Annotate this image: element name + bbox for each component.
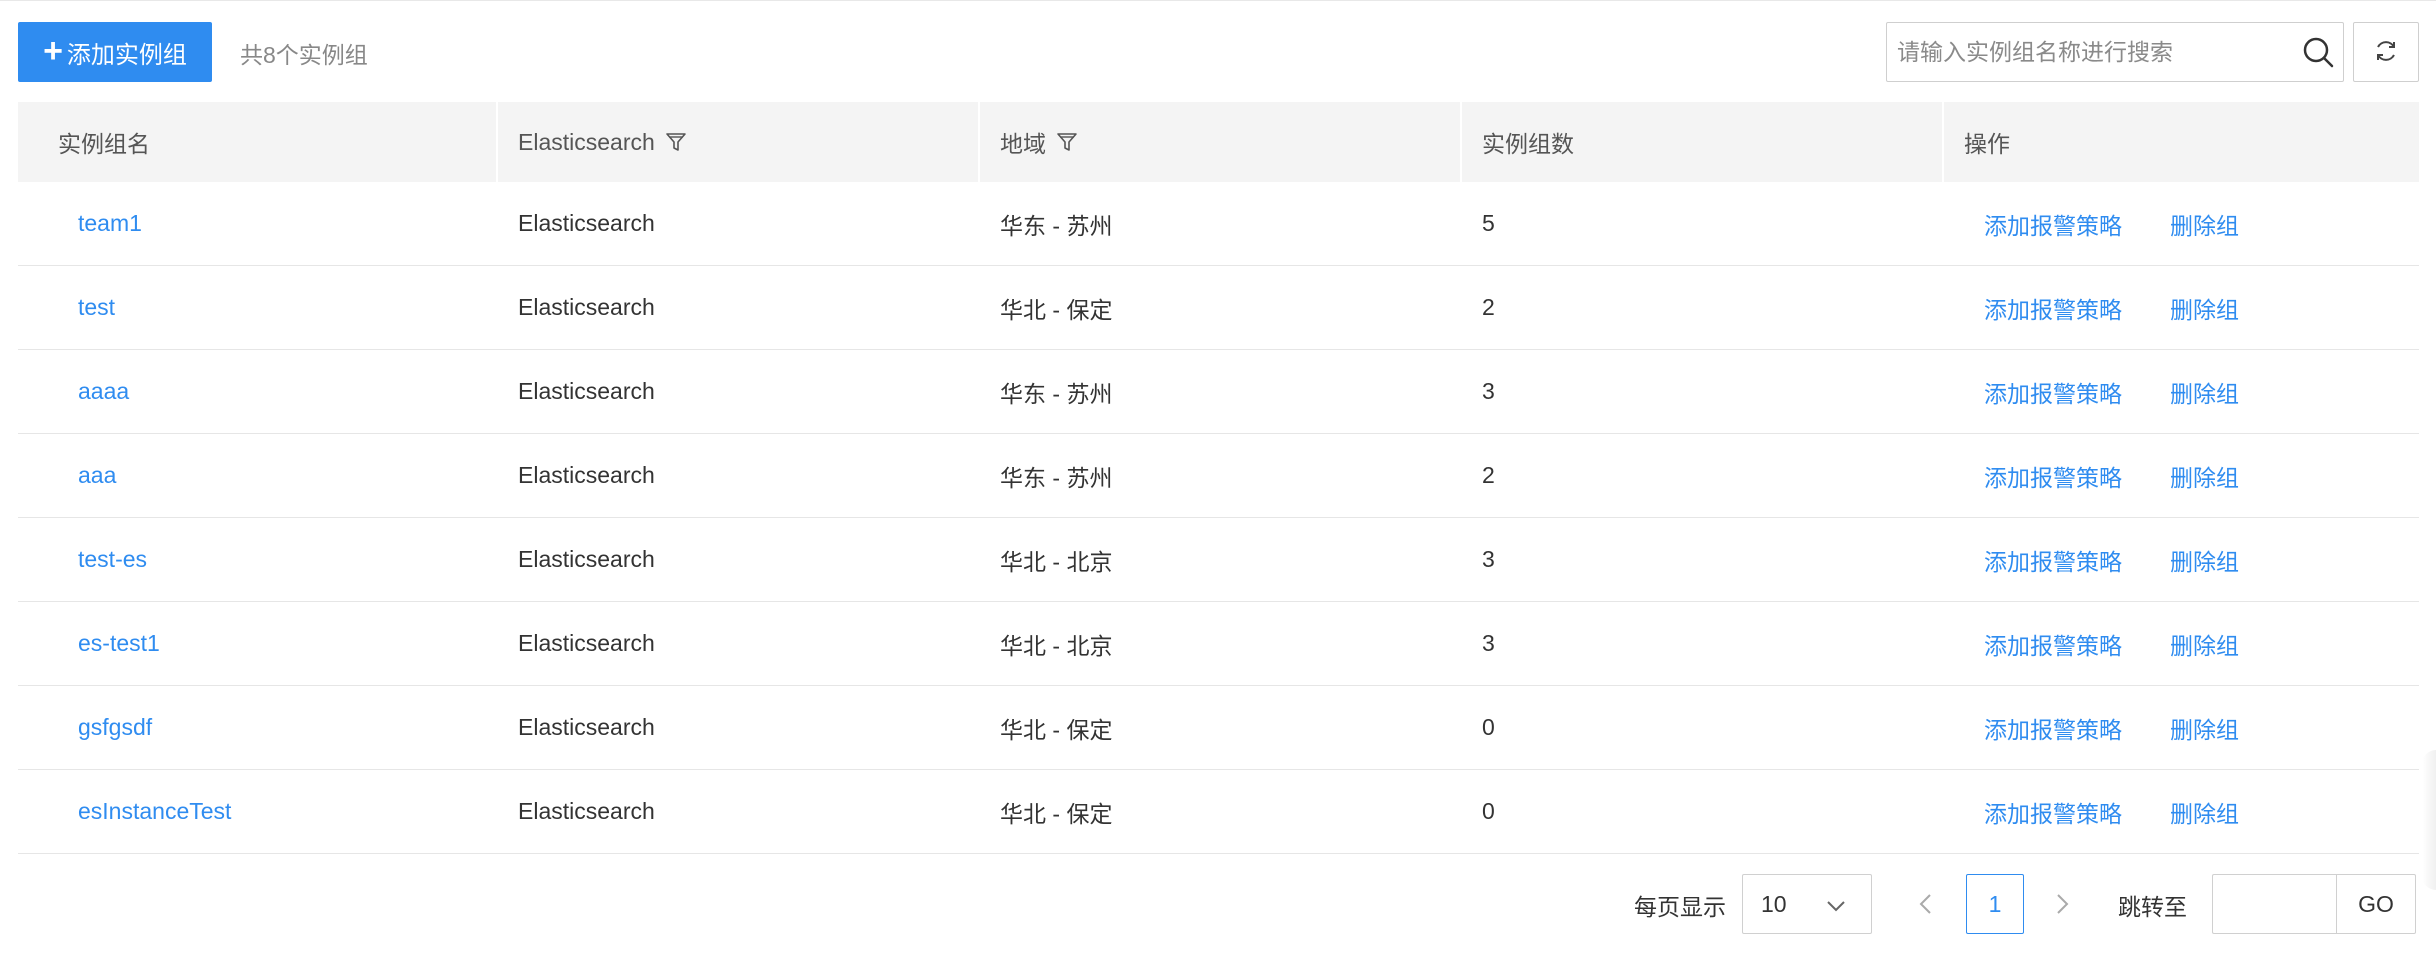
- refresh-button[interactable]: [2353, 22, 2419, 82]
- jump-to-label: 跳转至: [2118, 894, 2187, 920]
- go-button[interactable]: GO: [2336, 874, 2416, 934]
- product-cell: Elasticsearch: [518, 378, 655, 404]
- product-cell: Elasticsearch: [518, 714, 655, 740]
- delete-group-link[interactable]: 删除组: [2170, 375, 2239, 409]
- table-row: gsfgsdf Elasticsearch 华北 - 保定 0 添加报警策略 删除…: [18, 686, 2419, 770]
- region-cell: 华北 - 保定: [1000, 800, 1113, 827]
- search-icon[interactable]: [2293, 23, 2343, 81]
- group-name-link[interactable]: aaa: [78, 462, 116, 489]
- instance-group-table: 实例组名 Elasticsearch 地域 实例组数 操作 team1 Elas…: [18, 102, 2419, 854]
- region-cell: 华东 - 苏州: [1000, 380, 1113, 407]
- instance-count-cell: 0: [1482, 798, 1495, 824]
- add-alarm-policy-link[interactable]: 添加报警策略: [1984, 459, 2122, 493]
- refresh-icon: [2373, 38, 2399, 67]
- table-row: test-es Elasticsearch 华北 - 北京 3 添加报警策略 删除…: [18, 518, 2419, 602]
- next-page-icon[interactable]: [2052, 890, 2072, 923]
- search-input[interactable]: [1887, 23, 2293, 81]
- product-cell: Elasticsearch: [518, 294, 655, 320]
- top-divider: [0, 0, 2436, 1]
- page-number-current[interactable]: 1: [1966, 874, 2024, 934]
- instance-count-cell: 2: [1482, 294, 1495, 320]
- header-instance-count: 实例组数: [1462, 102, 1944, 182]
- region-cell: 华北 - 北京: [1000, 548, 1113, 575]
- product-cell: Elasticsearch: [518, 462, 655, 488]
- delete-group-link[interactable]: 删除组: [2170, 207, 2239, 241]
- group-name-link[interactable]: test-es: [78, 546, 147, 573]
- plus-icon: +: [43, 31, 63, 70]
- table-row: aaa Elasticsearch 华东 - 苏州 2 添加报警策略 删除组: [18, 434, 2419, 518]
- page-size-value: 10: [1761, 890, 1787, 917]
- table-row: team1 Elasticsearch 华东 - 苏州 5 添加报警策略 删除组: [18, 182, 2419, 266]
- group-name-link[interactable]: test: [78, 294, 115, 321]
- delete-group-link[interactable]: 删除组: [2170, 795, 2239, 829]
- instance-count-cell: 0: [1482, 714, 1495, 740]
- jump-page-input[interactable]: [2212, 874, 2336, 934]
- product-cell: Elasticsearch: [518, 546, 655, 572]
- chevron-down-icon: [1825, 895, 1847, 922]
- instance-count-cell: 3: [1482, 546, 1495, 572]
- filter-icon[interactable]: [665, 131, 687, 153]
- product-cell: Elasticsearch: [518, 210, 655, 236]
- add-alarm-policy-link[interactable]: 添加报警策略: [1984, 291, 2122, 325]
- group-name-link[interactable]: aaaa: [78, 378, 129, 405]
- product-cell: Elasticsearch: [518, 630, 655, 656]
- group-name-link[interactable]: gsfgsdf: [78, 714, 152, 741]
- region-cell: 华北 - 保定: [1000, 716, 1113, 743]
- add-alarm-policy-link[interactable]: 添加报警策略: [1984, 711, 2122, 745]
- header-region: 地域: [980, 102, 1462, 182]
- group-name-link[interactable]: es-test1: [78, 630, 160, 657]
- table-row: aaaa Elasticsearch 华东 - 苏州 3 添加报警策略 删除组: [18, 350, 2419, 434]
- header-group-name: 实例组名: [18, 102, 498, 182]
- add-alarm-policy-link[interactable]: 添加报警策略: [1984, 795, 2122, 829]
- region-cell: 华北 - 北京: [1000, 632, 1113, 659]
- add-alarm-policy-link[interactable]: 添加报警策略: [1984, 375, 2122, 409]
- table-row: esInstanceTest Elasticsearch 华北 - 保定 0 添…: [18, 770, 2419, 854]
- instance-group-count: 共8个实例组: [240, 42, 368, 68]
- table-row: test Elasticsearch 华北 - 保定 2 添加报警策略 删除组: [18, 266, 2419, 350]
- instance-count-cell: 3: [1482, 630, 1495, 656]
- delete-group-link[interactable]: 删除组: [2170, 291, 2239, 325]
- delete-group-link[interactable]: 删除组: [2170, 711, 2239, 745]
- page-size-select[interactable]: 10: [1742, 874, 1872, 934]
- filter-icon[interactable]: [1056, 131, 1078, 153]
- delete-group-link[interactable]: 删除组: [2170, 627, 2239, 661]
- add-instance-group-button[interactable]: + 添加实例组: [18, 22, 212, 82]
- scroll-edge: [2422, 750, 2436, 890]
- add-alarm-policy-link[interactable]: 添加报警策略: [1984, 207, 2122, 241]
- add-alarm-policy-link[interactable]: 添加报警策略: [1984, 627, 2122, 661]
- pagination: 每页显示 10 1 跳转至 GO: [0, 874, 2436, 934]
- instance-count-cell: 2: [1482, 462, 1495, 488]
- table-row: es-test1 Elasticsearch 华北 - 北京 3 添加报警策略 删…: [18, 602, 2419, 686]
- header-actions: 操作: [1964, 131, 2010, 157]
- region-cell: 华东 - 苏州: [1000, 212, 1113, 239]
- prev-page-icon[interactable]: [1916, 890, 1936, 923]
- delete-group-link[interactable]: 删除组: [2170, 459, 2239, 493]
- region-cell: 华北 - 保定: [1000, 296, 1113, 323]
- search-box: [1886, 22, 2344, 82]
- group-name-link[interactable]: esInstanceTest: [78, 798, 231, 825]
- page-size-label: 每页显示: [1634, 894, 1726, 920]
- table-header: 实例组名 Elasticsearch 地域 实例组数 操作: [18, 102, 2419, 182]
- delete-group-link[interactable]: 删除组: [2170, 543, 2239, 577]
- add-alarm-policy-link[interactable]: 添加报警策略: [1984, 543, 2122, 577]
- product-cell: Elasticsearch: [518, 798, 655, 824]
- region-cell: 华东 - 苏州: [1000, 464, 1113, 491]
- header-product: Elasticsearch: [498, 102, 980, 182]
- instance-count-cell: 3: [1482, 378, 1495, 404]
- instance-count-cell: 5: [1482, 210, 1495, 236]
- group-name-link[interactable]: team1: [78, 210, 142, 237]
- add-instance-group-label: 添加实例组: [66, 41, 187, 69]
